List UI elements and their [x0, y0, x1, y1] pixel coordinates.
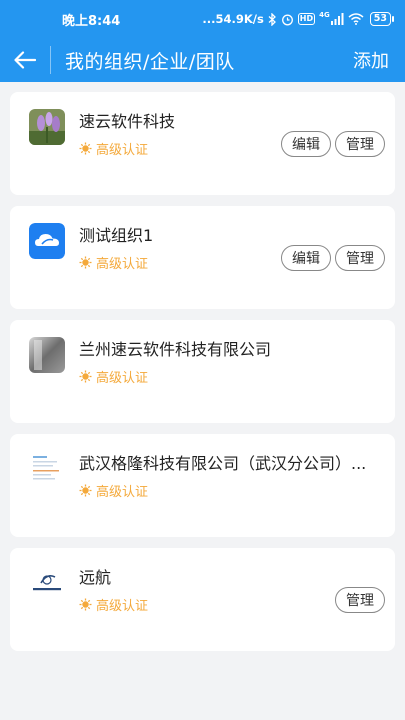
manage-button[interactable]: 管理: [335, 245, 385, 271]
status-icons: ...54.9K/s HD 4G 53: [202, 11, 395, 26]
manage-button[interactable]: 管理: [335, 587, 385, 613]
badge-label: 高级认证: [96, 257, 149, 272]
wifi-icon: [348, 13, 364, 25]
hd-icon: HD: [297, 13, 316, 25]
org-card[interactable]: 远航 高级认证 管理: [10, 548, 395, 651]
app-bar: 我的组织/企业/团队 添加: [0, 38, 405, 82]
edit-button[interactable]: 编辑: [281, 245, 331, 271]
bluetooth-icon: [268, 12, 277, 26]
org-name: 武汉格隆科技有限公司（武汉分公司）...: [79, 454, 367, 473]
add-button[interactable]: 添加: [353, 47, 389, 73]
org-logo: [29, 337, 65, 373]
certification-badge: 高级认证: [79, 595, 369, 614]
battery-indicator: 53: [369, 12, 395, 26]
page-title: 我的组织/企业/团队: [65, 50, 235, 73]
org-name: 速云软件科技: [79, 112, 176, 131]
org-logo: [29, 109, 65, 145]
back-button[interactable]: [0, 38, 50, 82]
org-list: 速云软件科技 高级认证 编辑 管理 测试组织1 高级认证 编辑 管理 兰州速云软…: [0, 82, 405, 651]
status-bar: 晚上8:44 ...54.9K/s HD 4G 53: [0, 0, 405, 38]
manage-button[interactable]: 管理: [335, 131, 385, 157]
org-card[interactable]: 测试组织1 高级认证 编辑 管理: [10, 206, 395, 309]
header-divider: [50, 46, 51, 74]
certified-icon: [79, 598, 92, 611]
org-logo: [29, 565, 65, 601]
edit-button[interactable]: 编辑: [281, 131, 331, 157]
org-name: 测试组织1: [79, 226, 154, 245]
certification-badge: 高级认证: [79, 367, 369, 386]
certified-icon: [79, 484, 92, 497]
org-card[interactable]: 速云软件科技 高级认证 编辑 管理: [10, 92, 395, 195]
org-name: 远航: [79, 568, 112, 587]
badge-label: 高级认证: [96, 599, 149, 614]
org-logo: [29, 451, 65, 487]
status-time: 晚上8:44: [62, 13, 121, 29]
org-card[interactable]: 兰州速云软件科技有限公司 高级认证: [10, 320, 395, 423]
badge-label: 高级认证: [96, 371, 149, 386]
certified-icon: [79, 256, 92, 269]
network-speed: ...54.9K/s: [202, 12, 264, 26]
network-type: 4G: [319, 11, 330, 19]
alarm-icon: [281, 13, 294, 26]
badge-label: 高级认证: [96, 485, 149, 500]
certified-icon: [79, 142, 92, 155]
org-name: 兰州速云软件科技有限公司: [79, 340, 272, 359]
signal-icon: 4G: [319, 11, 344, 25]
certification-badge: 高级认证: [79, 481, 369, 500]
org-card[interactable]: 武汉格隆科技有限公司（武汉分公司）... 高级认证: [10, 434, 395, 537]
badge-label: 高级认证: [96, 143, 149, 158]
org-logo: [29, 223, 65, 259]
arrow-left-icon: [14, 51, 36, 69]
certified-icon: [79, 370, 92, 383]
